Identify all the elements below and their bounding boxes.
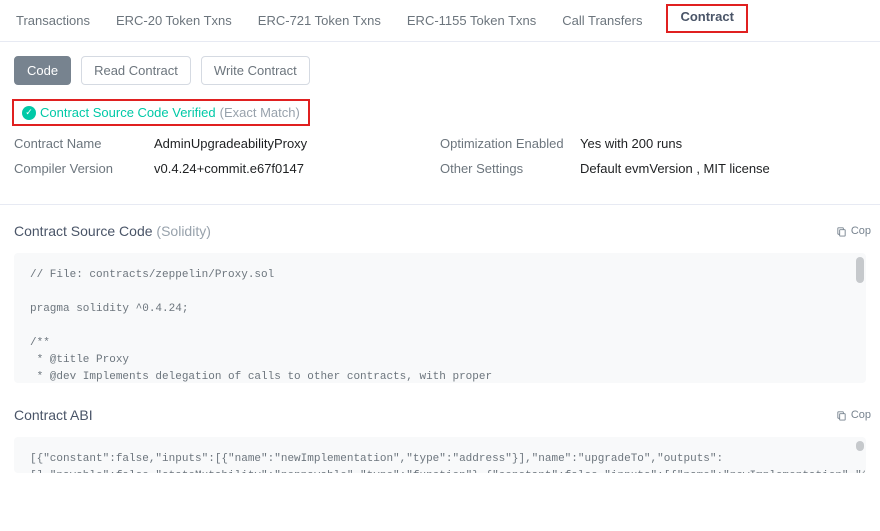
check-circle-icon: ✓ (22, 106, 36, 120)
contract-name-label: Contract Name (14, 136, 154, 151)
tab-erc721[interactable]: ERC-721 Token Txns (256, 11, 383, 30)
source-code-section: Contract Source Code (Solidity) Cop // F… (0, 205, 880, 389)
abi-code-box[interactable]: [{"constant":false,"inputs":[{"name":"ne… (14, 437, 866, 473)
verified-highlight: ✓ Contract Source Code Verified (Exact M… (12, 99, 310, 126)
tab-erc20[interactable]: ERC-20 Token Txns (114, 11, 234, 30)
contract-name-value: AdminUpgradeabilityProxy (154, 136, 307, 151)
tab-contract[interactable]: Contract (678, 7, 735, 26)
code-button[interactable]: Code (14, 56, 71, 85)
copy-source-button[interactable]: Cop (836, 225, 871, 237)
compiler-label: Compiler Version (14, 161, 154, 176)
source-code-title: Contract Source Code (Solidity) (14, 223, 866, 239)
copy-icon (836, 226, 847, 237)
copy-abi-button[interactable]: Cop (836, 409, 871, 421)
other-settings-value: Default evmVersion , MIT license (580, 161, 770, 176)
copy-icon (836, 410, 847, 421)
tab-contract-highlight: Contract (666, 4, 747, 33)
other-settings-label: Other Settings (440, 161, 580, 176)
scrollbar-thumb[interactable] (856, 441, 864, 451)
scrollbar-thumb[interactable] (856, 257, 864, 283)
main-tabs: Transactions ERC-20 Token Txns ERC-721 T… (0, 0, 880, 42)
write-contract-button[interactable]: Write Contract (201, 56, 310, 85)
optimization-label: Optimization Enabled (440, 136, 580, 151)
tab-erc1155[interactable]: ERC-1155 Token Txns (405, 11, 538, 30)
abi-title: Contract ABI (14, 407, 866, 423)
compiler-value: v0.4.24+commit.e67f0147 (154, 161, 304, 176)
optimization-value: Yes with 200 runs (580, 136, 682, 151)
tab-call-transfers[interactable]: Call Transfers (560, 11, 644, 30)
source-code-box[interactable]: // File: contracts/zeppelin/Proxy.sol pr… (14, 253, 866, 383)
contract-subnav: Code Read Contract Write Contract (0, 42, 880, 99)
read-contract-button[interactable]: Read Contract (81, 56, 191, 85)
verified-match: (Exact Match) (220, 105, 300, 120)
tab-transactions[interactable]: Transactions (14, 11, 92, 30)
verified-text: Contract Source Code Verified (40, 105, 216, 120)
abi-section: Contract ABI Cop [{"constant":false,"inp… (0, 389, 880, 479)
